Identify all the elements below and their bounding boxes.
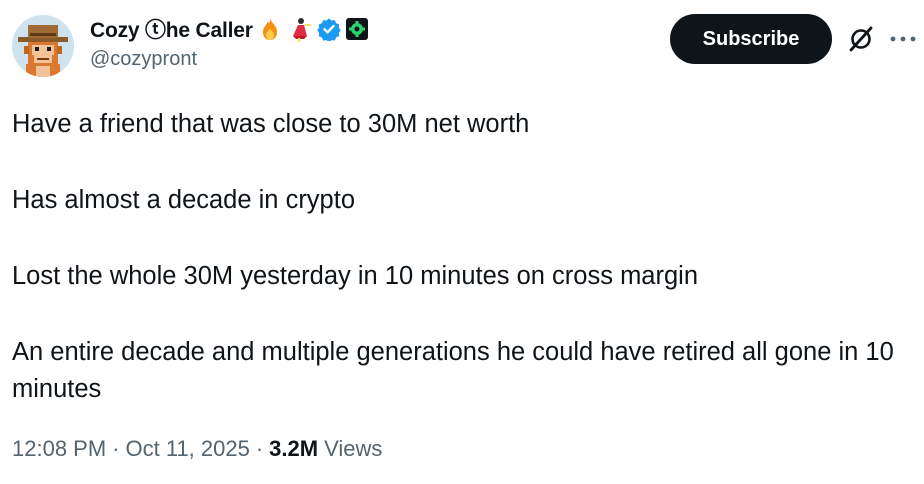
tweet-time[interactable]: 12:08 PM — [12, 436, 106, 462]
meta-separator: · — [112, 436, 120, 461]
subscribe-button[interactable]: Subscribe — [670, 14, 832, 64]
author-handle[interactable]: @cozypront — [90, 48, 197, 71]
views-count[interactable]: 3.2M — [269, 436, 318, 462]
tweet-text: Have a friend that was close to 30M net … — [12, 106, 916, 408]
tweet-meta: 12:08 PM · Oct 11, 2025 · 3.2M Views — [12, 436, 382, 462]
tweet-paragraph: An entire decade and multiple generation… — [12, 338, 894, 403]
pixel-monkey-icon — [12, 15, 74, 77]
tweet-paragraph: Have a friend that was close to 30M net … — [12, 110, 530, 138]
tweet-paragraph: Has almost a decade in crypto — [12, 186, 356, 214]
verified-badge-icon[interactable] — [316, 17, 341, 41]
dancer-emoji-icon — [287, 16, 313, 42]
views-label: Views — [324, 436, 383, 461]
green-gear-badge-icon[interactable] — [345, 17, 369, 41]
tweet-paragraph: Lost the whole 30M yesterday in 10 minut… — [12, 262, 699, 290]
display-name[interactable]: Cozy ⓣhe Caller — [90, 14, 253, 44]
avatar[interactable] — [12, 15, 74, 77]
tweet-date[interactable]: Oct 11, 2025 — [126, 436, 250, 462]
more-icon[interactable] — [886, 24, 920, 54]
meta-separator: · — [255, 436, 264, 461]
grok-icon[interactable] — [846, 24, 876, 54]
author-name-row: Cozy ⓣhe Caller — [90, 15, 369, 43]
tweet-card: Cozy ⓣhe Caller @cozypront Subscribe Hav… — [0, 0, 924, 484]
fire-emoji-icon — [257, 16, 283, 42]
